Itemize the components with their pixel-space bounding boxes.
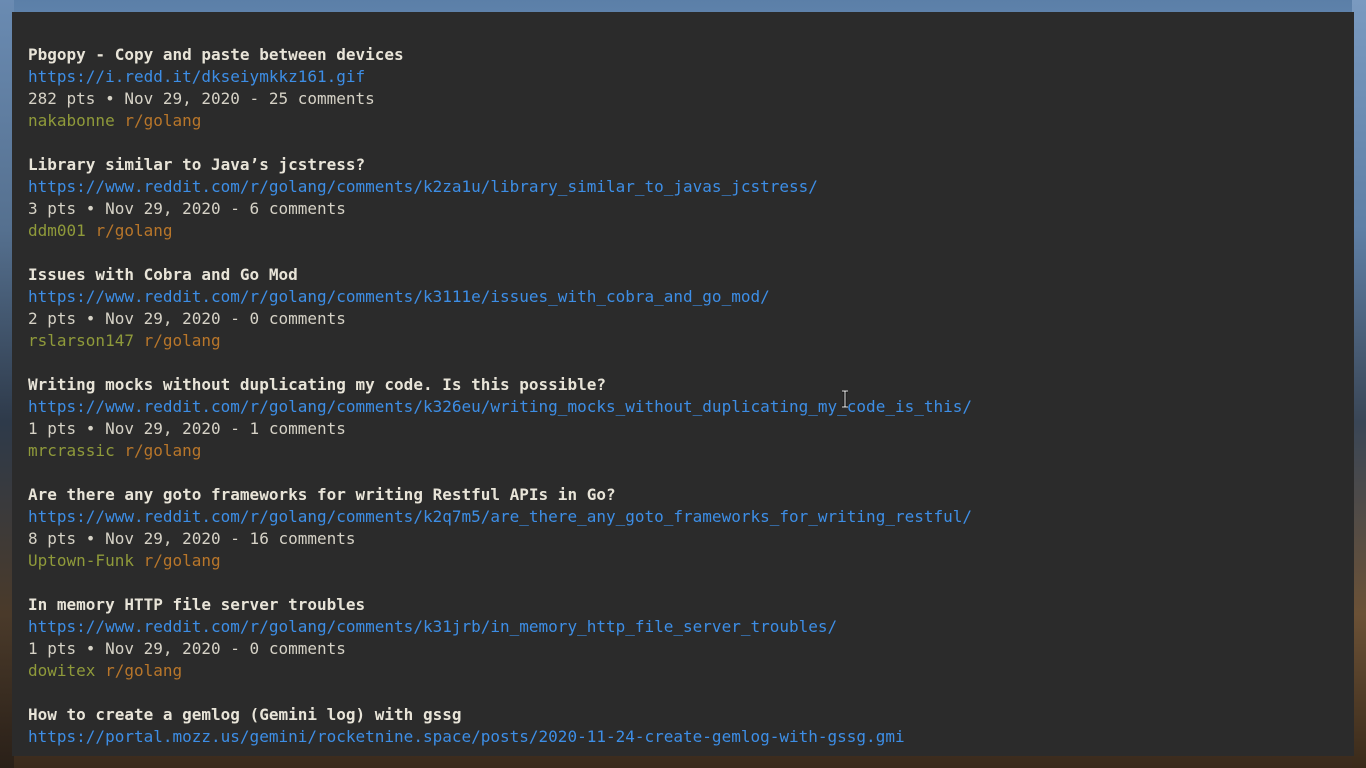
- post-item: Writing mocks without duplicating my cod…: [28, 374, 1354, 462]
- post-title: Issues with Cobra and Go Mod: [28, 265, 298, 284]
- post-title: In memory HTTP file server troubles: [28, 595, 366, 614]
- post-item: Library similar to Java’s jcstress? http…: [28, 154, 1354, 242]
- post-subreddit: r/golang: [105, 661, 183, 680]
- post-author: ddm001: [28, 221, 86, 240]
- post-subreddit: r/golang: [95, 221, 173, 240]
- post-subreddit: r/golang: [124, 111, 202, 130]
- post-meta: 282 pts • Nov 29, 2020 - 25 comments: [28, 89, 375, 108]
- post-link[interactable]: https://i.redd.it/dkseiymkkz161.gif: [28, 66, 1354, 88]
- post-title: How to create a gemlog (Gemini log) with…: [28, 705, 462, 724]
- post-subreddit: r/golang: [143, 551, 221, 570]
- post-subreddit: r/golang: [143, 331, 221, 350]
- post-byline: rslarson147 r/golang: [28, 330, 1354, 352]
- post-byline: dowitex r/golang: [28, 660, 1354, 682]
- post-item: Are there any goto frameworks for writin…: [28, 484, 1354, 572]
- post-title: Library similar to Java’s jcstress?: [28, 155, 366, 174]
- post-link[interactable]: https://www.reddit.com/r/golang/comments…: [28, 506, 1354, 528]
- post-meta: 1 pts • Nov 29, 2020 - 1 comments: [28, 419, 346, 438]
- post-title: Writing mocks without duplicating my cod…: [28, 375, 606, 394]
- post-title: Pbgopy - Copy and paste between devices: [28, 45, 404, 64]
- post-item: Issues with Cobra and Go Mod https://www…: [28, 264, 1354, 352]
- post-link[interactable]: https://www.reddit.com/r/golang/comments…: [28, 286, 1354, 308]
- post-author: mrcrassic: [28, 441, 115, 460]
- post-meta: 8 pts • Nov 29, 2020 - 16 comments: [28, 529, 356, 548]
- post-item: Pbgopy - Copy and paste between devices …: [28, 44, 1354, 132]
- post-link[interactable]: https://www.reddit.com/r/golang/comments…: [28, 616, 1354, 638]
- terminal-window[interactable]: Pbgopy - Copy and paste between devices …: [12, 12, 1354, 756]
- post-author: nakabonne: [28, 111, 115, 130]
- post-meta: 1 pts • Nov 29, 2020 - 0 comments: [28, 639, 346, 658]
- post-byline: ddm001 r/golang: [28, 220, 1354, 242]
- post-meta: 2 pts • Nov 29, 2020 - 0 comments: [28, 309, 346, 328]
- post-link[interactable]: https://portal.mozz.us/gemini/rocketnine…: [28, 726, 1354, 748]
- post-link[interactable]: https://www.reddit.com/r/golang/comments…: [28, 396, 1354, 418]
- post-byline: Uptown-Funk r/golang: [28, 550, 1354, 572]
- post-byline: mrcrassic r/golang: [28, 440, 1354, 462]
- post-author: dowitex: [28, 661, 96, 680]
- post-item: How to create a gemlog (Gemini log) with…: [28, 704, 1354, 748]
- post-link[interactable]: https://www.reddit.com/r/golang/comments…: [28, 176, 1354, 198]
- post-item: In memory HTTP file server troubles http…: [28, 594, 1354, 682]
- post-subreddit: r/golang: [124, 441, 202, 460]
- post-meta: 3 pts • Nov 29, 2020 - 6 comments: [28, 199, 346, 218]
- post-author: Uptown-Funk: [28, 551, 134, 570]
- post-author: rslarson147: [28, 331, 134, 350]
- post-byline: nakabonne r/golang: [28, 110, 1354, 132]
- post-title: Are there any goto frameworks for writin…: [28, 485, 616, 504]
- desktop-wallpaper-right: [1352, 0, 1366, 768]
